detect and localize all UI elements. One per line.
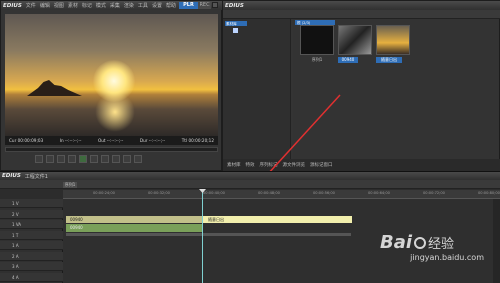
paw-icon [414,236,427,249]
ruler-tick: 00:00:40;00 [203,191,225,195]
timeline-cursor[interactable] [202,190,203,283]
ruler-tick: 00:00:48;00 [258,191,280,195]
watermark-logo: Bai [380,232,413,253]
track-header[interactable]: 1 VA [0,220,63,229]
watermark-url: jingyan.baidu.com [410,253,484,262]
baidu-watermark: Bai 经验 jingyan.baidu.com [380,232,490,278]
audio-clip-00940[interactable]: 00940 [66,224,202,232]
track-header[interactable]: 2 A [0,251,63,261]
track-header[interactable]: 2 V [0,209,63,219]
timeline-app-logo: EDIUS [2,173,21,179]
timeline-scrollbar[interactable] [493,199,500,283]
project-name: 工程文件1 [24,173,48,180]
image-clip-sunrise[interactable]: 随意日出 [202,216,352,223]
watermark-logo-cn: 经验 [428,237,455,252]
ruler-tick: 00:00:56;00 [313,191,335,195]
ruler-tick: 00:00:64;00 [368,191,390,195]
track-header[interactable]: 3 A [0,262,63,271]
ruler-tick: 00:00:80;00 [478,191,500,195]
ruler-tick: 00:00:24;00 [93,191,115,195]
track-headers: 1 V2 V1 VA 1 T1 A2 A3 A4 A [0,199,63,283]
ruler-tick: 00:00:32;00 [148,191,170,195]
track-divider [66,233,351,236]
timeline-titlebar: EDIUS 工程文件1 [0,172,500,180]
time-ruler[interactable]: 00:00:24;00 00:00:32;00 00:00:40;00 00:00:4… [63,190,500,199]
ruler-tick: 00:00:72;00 [423,191,445,195]
sequence-tab[interactable]: 序列1 [63,182,77,188]
track-header[interactable]: 1 T [0,230,63,240]
track-header[interactable]: 4 A [0,272,63,282]
track-header[interactable]: 1 A [0,241,63,250]
video-clip-00940[interactable]: 00940 [66,216,202,223]
track-header[interactable]: 1 V [0,199,63,208]
